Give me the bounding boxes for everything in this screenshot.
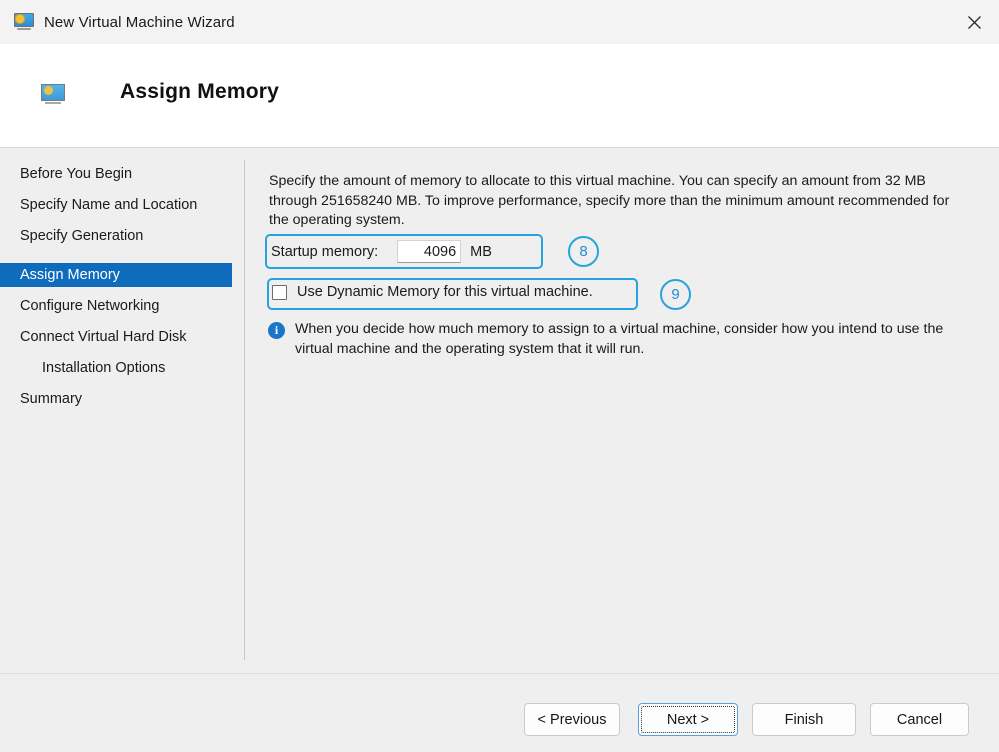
- dynamic-memory-row[interactable]: Use Dynamic Memory for this virtual mach…: [272, 284, 593, 300]
- wizard-steps-sidebar: Before You Begin Specify Name and Locati…: [0, 148, 245, 673]
- sidebar-item-specify-generation[interactable]: Specify Generation: [0, 224, 232, 248]
- next-button-label: Next >: [666, 711, 710, 728]
- close-icon[interactable]: [949, 0, 999, 44]
- previous-button[interactable]: < Previous: [524, 703, 620, 736]
- annotation-badge-9: 9: [660, 279, 691, 310]
- footer-button-bar: < Previous Next > Finish Cancel: [0, 673, 999, 752]
- main-content: Specify the amount of memory to allocate…: [245, 148, 999, 673]
- cancel-button[interactable]: Cancel: [870, 703, 969, 736]
- annotation-badge-8: 8: [568, 236, 599, 267]
- sidebar-item-summary[interactable]: Summary: [0, 387, 232, 411]
- startup-memory-input[interactable]: [397, 240, 462, 263]
- sidebar-item-connect-virtual-hard-disk[interactable]: Connect Virtual Hard Disk: [0, 325, 232, 349]
- sidebar-item-before-you-begin[interactable]: Before You Begin: [0, 162, 232, 186]
- info-note-text: When you decide how much memory to assig…: [295, 321, 944, 357]
- description-text: Specify the amount of memory to allocate…: [269, 173, 950, 228]
- page-header: Assign Memory: [0, 44, 999, 148]
- window-title: New Virtual Machine Wizard: [44, 13, 235, 31]
- startup-memory-unit: MB: [470, 243, 492, 260]
- dynamic-memory-checkbox[interactable]: [272, 284, 287, 300]
- virtual-machine-icon: [41, 84, 65, 106]
- virtual-machine-icon: [14, 13, 34, 31]
- sidebar-item-configure-networking[interactable]: Configure Networking: [0, 294, 232, 318]
- finish-button[interactable]: Finish: [752, 703, 856, 736]
- next-button[interactable]: Next >: [638, 703, 738, 736]
- startup-memory-label: Startup memory:: [271, 243, 379, 260]
- info-note: i When you decide how much memory to ass…: [268, 320, 958, 359]
- dynamic-memory-label: Use Dynamic Memory for this virtual mach…: [297, 284, 593, 300]
- page-title: Assign Memory: [120, 80, 279, 103]
- title-bar: New Virtual Machine Wizard: [0, 0, 999, 44]
- startup-memory-row: Startup memory: MB: [271, 240, 492, 263]
- body-area: Before You Begin Specify Name and Locati…: [0, 148, 999, 673]
- sidebar-item-assign-memory[interactable]: Assign Memory: [0, 263, 232, 287]
- info-icon: i: [268, 322, 285, 339]
- sidebar-item-installation-options[interactable]: Installation Options: [0, 356, 232, 380]
- sidebar-item-specify-name-and-location[interactable]: Specify Name and Location: [0, 193, 232, 217]
